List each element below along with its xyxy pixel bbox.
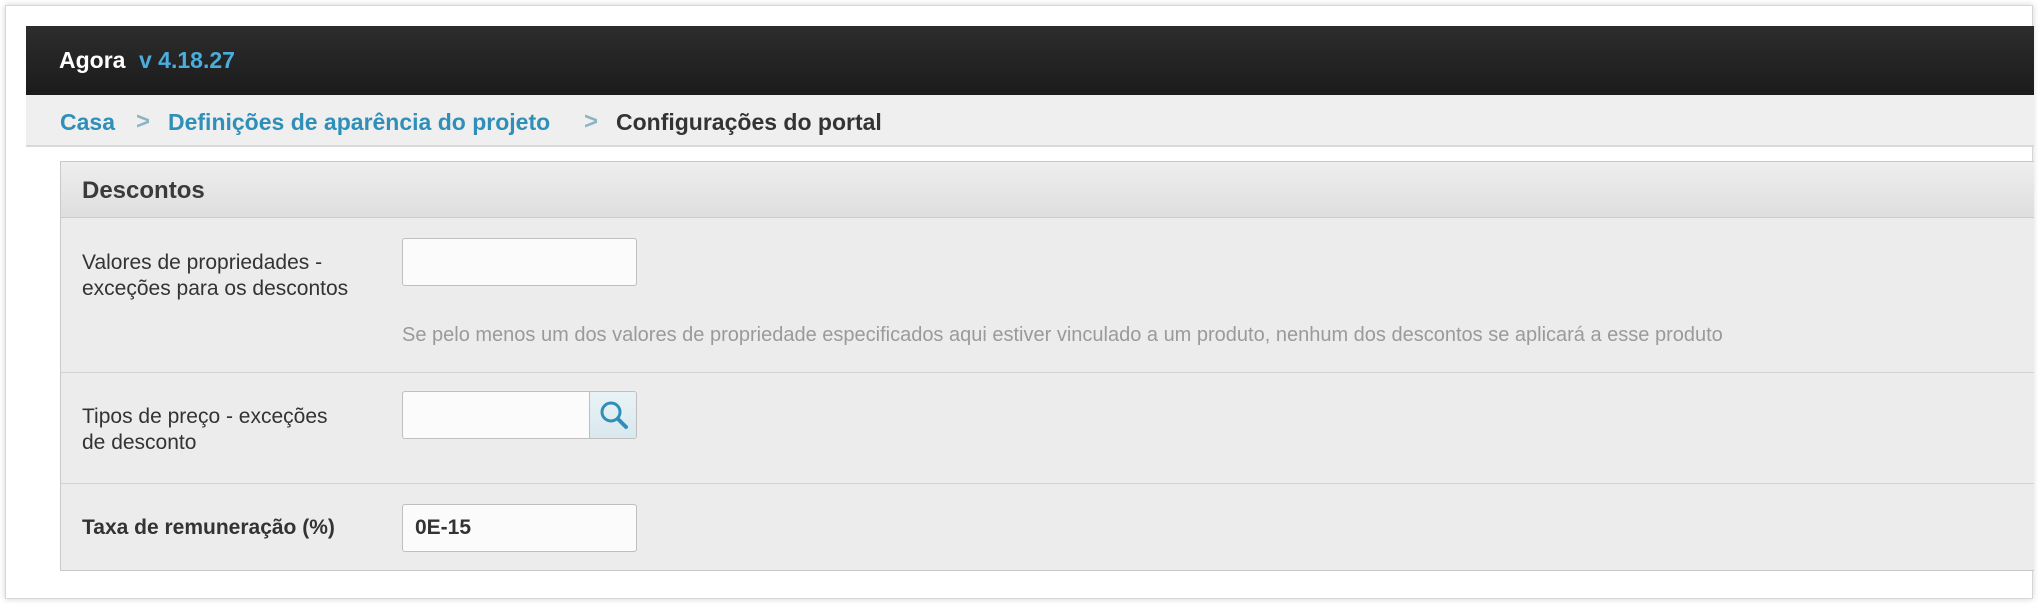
property-exceptions-hint: Se pelo menos um dos valores de propried… [402,324,1723,346]
row-divider [61,372,2034,373]
property-exceptions-input[interactable] [402,238,637,286]
property-exceptions-label: Valores de propriedades - exceções para … [82,250,348,302]
discounts-panel: Descontos Valores de propriedades - exce… [60,161,2034,571]
app-name: Agora [59,47,126,73]
breadcrumb-item-casa[interactable]: Casa [60,109,115,136]
app-version: v 4.18.27 [139,47,235,73]
chevron-right-icon: > [584,108,599,135]
price-types-search-button[interactable] [589,392,636,438]
panel-header: Descontos [61,162,2034,218]
panel-title: Descontos [82,177,205,204]
remuneration-rate-label: Taxa de remuneração (%) [82,516,335,539]
search-icon [600,401,628,429]
row-divider [61,483,2034,484]
property-exceptions-label-line1: Valores de propriedades - [82,251,323,274]
breadcrumb: Casa > Definições de aparência do projet… [26,95,2034,147]
top-bar: Agora v 4.18.27 [26,26,2034,95]
price-types-label: Tipos de preço - exceções de desconto [82,404,328,456]
price-types-label-line2: de desconto [82,431,197,454]
remuneration-rate-input[interactable] [402,504,637,552]
breadcrumb-item-portal-settings: Configurações do portal [616,109,882,135]
price-types-label-line1: Tipos de preço - exceções [82,405,328,428]
chevron-right-icon: > [136,108,151,135]
breadcrumb-item-appearance-settings[interactable]: Definições de aparência do projeto [168,109,550,136]
property-exceptions-label-line2: exceções para os descontos [82,277,349,300]
price-types-lookup [402,391,637,439]
price-types-input[interactable] [403,392,589,438]
